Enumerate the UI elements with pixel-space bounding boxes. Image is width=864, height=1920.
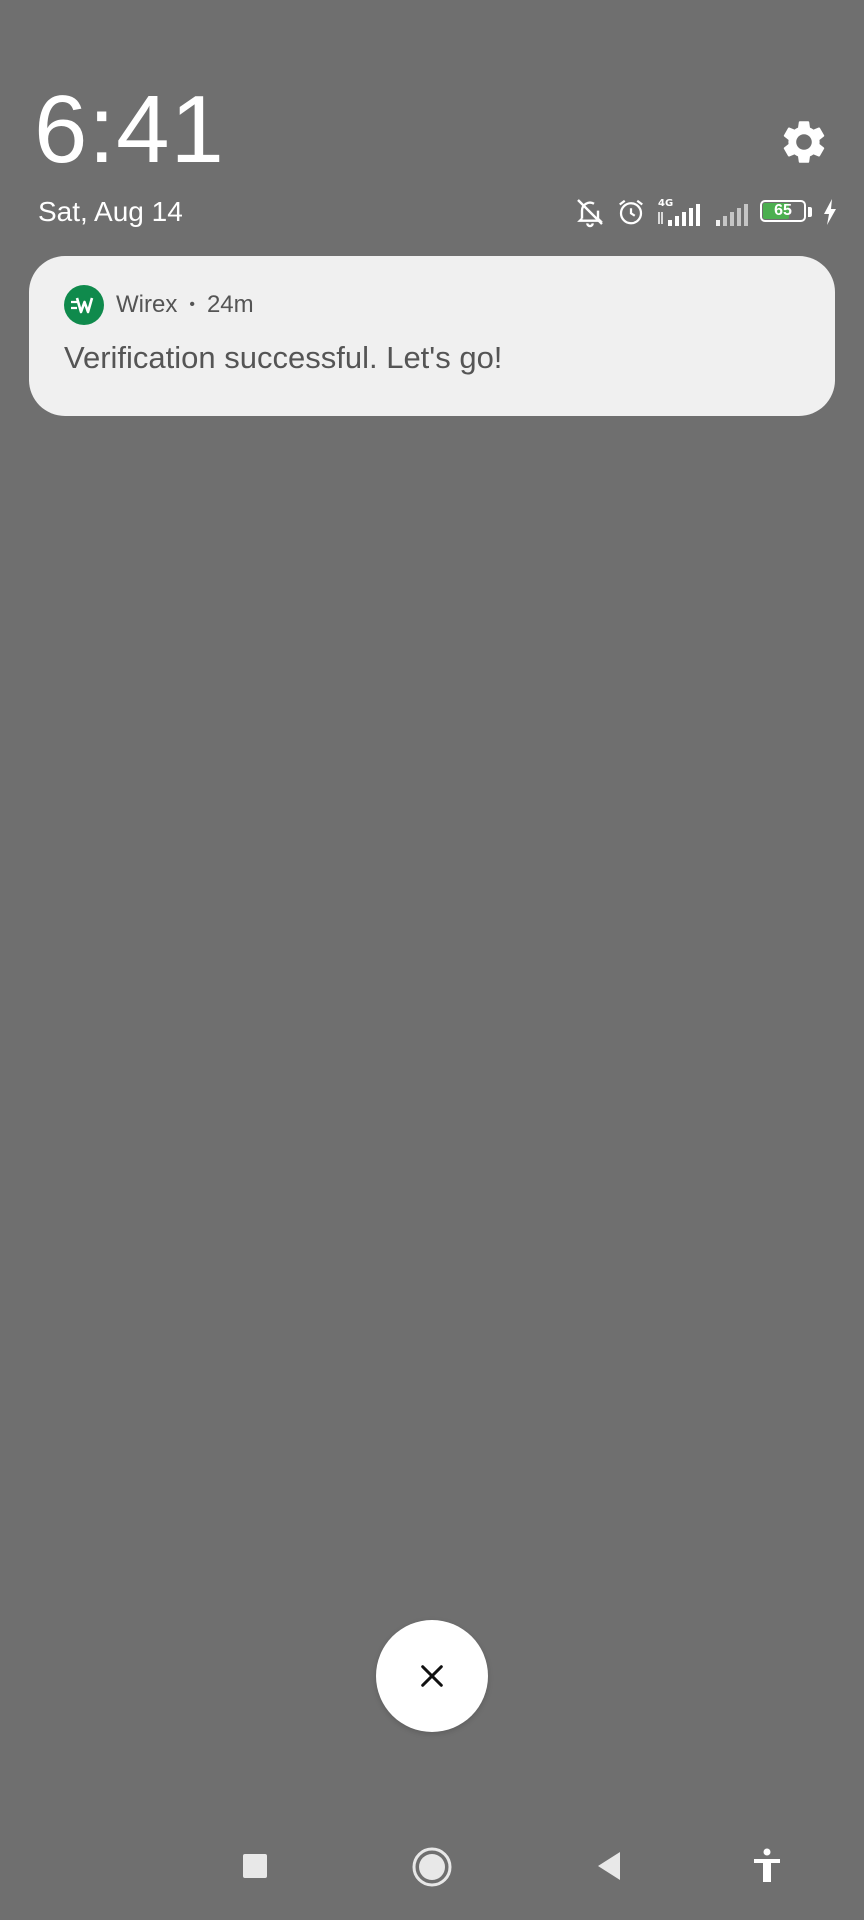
gear-icon — [783, 121, 825, 163]
nav-recents-button[interactable] — [231, 1842, 279, 1890]
dismiss-notifications-button[interactable] — [376, 1620, 488, 1732]
nav-home-button[interactable] — [407, 1842, 457, 1892]
battery-percent: 65 — [774, 202, 792, 219]
battery-icon: 65 — [760, 200, 812, 224]
lockscreen-date: Sat, Aug 14 — [38, 196, 183, 227]
notification-app-name: Wirex — [116, 291, 178, 318]
svg-text:4G: 4G — [658, 198, 673, 209]
recents-icon — [243, 1854, 267, 1878]
notification-card[interactable]: Wirex • 24m Verification successful. Let… — [29, 256, 835, 416]
alarm-icon — [619, 199, 643, 225]
back-icon — [598, 1852, 620, 1880]
notification-header: Wirex • 24m — [64, 284, 254, 326]
notification-time: 24m — [206, 291, 254, 318]
signal-weak-icon — [716, 204, 748, 226]
nav-accessibility-button[interactable] — [743, 1842, 791, 1890]
close-icon — [421, 1665, 443, 1687]
signal-4g-icon: 4G — [658, 198, 700, 226]
wirex-app-icon — [64, 285, 104, 325]
home-icon — [412, 1847, 452, 1887]
notification-message: Verification successful. Let's go! — [64, 340, 503, 375]
status-bar-icons: 4G 65 — [574, 194, 838, 230]
lockscreen-clock: 6:41 — [34, 76, 225, 183]
notifications-off-icon — [577, 199, 603, 228]
accessibility-icon — [754, 1848, 780, 1882]
settings-button[interactable] — [778, 116, 830, 168]
nav-back-button[interactable] — [585, 1842, 633, 1890]
charging-icon — [824, 199, 836, 225]
notification-separator: • — [189, 296, 195, 313]
